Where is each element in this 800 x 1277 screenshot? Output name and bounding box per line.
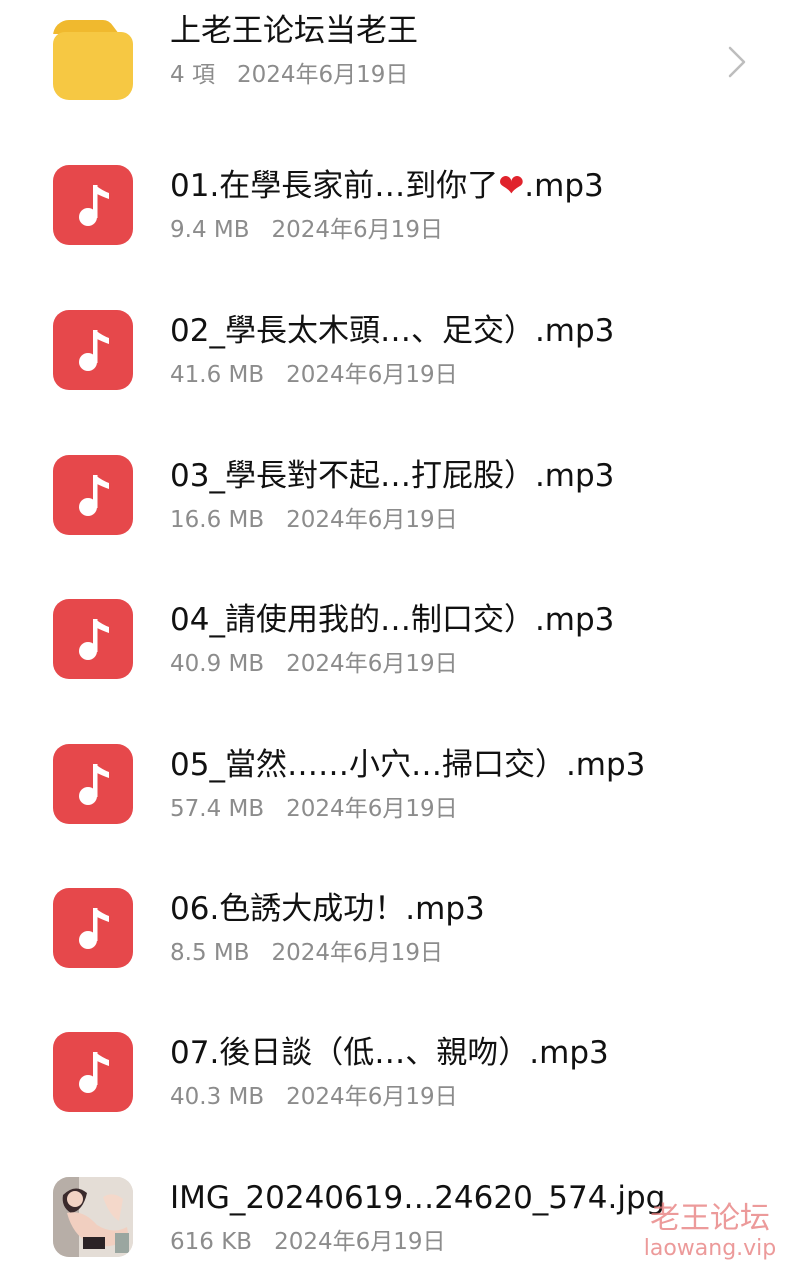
file-date: 2024年6月19日 [271,940,443,966]
heart-icon: ❤ [498,168,525,204]
file-date: 2024年6月19日 [286,651,458,677]
file-row[interactable]: 07.後日談（低…、親吻）.mp3 40.3 MB 2024年6月19日 [0,1022,800,1122]
file-date: 2024年6月19日 [286,507,458,533]
file-meta: 16.6 MB 2024年6月19日 [170,505,458,535]
file-meta: 40.3 MB 2024年6月19日 [170,1082,458,1112]
file-date: 2024年6月19日 [271,217,443,243]
file-meta: 41.6 MB 2024年6月19日 [170,360,458,390]
file-row[interactable]: 03_學長對不起…打屁股）.mp3 16.6 MB 2024年6月19日 [0,445,800,545]
file-extension: .mp3 [524,168,604,204]
file-name: 02_學長太木頭…、足交）.mp3 [170,313,615,349]
file-row[interactable]: 06.色誘大成功！.mp3 8.5 MB 2024年6月19日 [0,878,800,978]
folder-meta: 4 項 2024年6月19日 [170,60,408,90]
file-size: 40.3 MB [170,1084,265,1110]
folder-name: 上老王论坛当老王 [170,13,418,49]
file-meta: 8.5 MB 2024年6月19日 [170,938,443,968]
file-date: 2024年6月19日 [274,1229,446,1255]
music-note-icon [53,744,133,824]
file-name: 03_學長對不起…打屁股）.mp3 [170,458,615,494]
file-name: 04_請使用我的…制口交）.mp3 [170,602,615,638]
music-note-icon [53,888,133,968]
music-note-icon [53,455,133,535]
file-row[interactable]: 01.在學長家前…到你了❤.mp3 9.4 MB 2024年6月19日 [0,155,800,255]
watermark-en: laowang.vip [643,1236,777,1261]
file-name: 07.後日談（低…、親吻）.mp3 [170,1035,609,1071]
file-size: 40.9 MB [170,651,265,677]
file-name: 05_當然……小穴…掃口交）.mp3 [170,747,646,783]
file-size: 41.6 MB [170,362,265,388]
music-note-icon [53,599,133,679]
folder-row[interactable]: 上老王论坛当老王 4 項 2024年6月19日 [0,0,800,100]
file-meta: 40.9 MB 2024年6月19日 [170,649,458,679]
file-date: 2024年6月19日 [286,1084,458,1110]
file-name: IMG_20240619…24620_574.jpg [170,1180,666,1216]
file-row[interactable]: 04_請使用我的…制口交）.mp3 40.9 MB 2024年6月19日 [0,589,800,689]
file-date: 2024年6月19日 [286,796,458,822]
file-date: 2024年6月19日 [286,362,458,388]
file-meta: 57.4 MB 2024年6月19日 [170,794,458,824]
file-meta: 616 KB 2024年6月19日 [170,1227,446,1257]
file-size: 9.4 MB [170,217,250,243]
file-name: 06.色誘大成功！.mp3 [170,891,485,927]
file-row[interactable]: 05_當然……小穴…掃口交）.mp3 57.4 MB 2024年6月19日 [0,734,800,834]
music-note-icon [53,310,133,390]
file-size: 16.6 MB [170,507,265,533]
file-size: 616 KB [170,1229,253,1255]
folder-icon [53,20,133,100]
file-name: 01.在學長家前…到你了❤.mp3 [170,166,604,206]
folder-item-count: 4 項 [170,62,215,88]
file-row[interactable]: 02_學長太木頭…、足交）.mp3 41.6 MB 2024年6月19日 [0,300,800,400]
file-name-text: 01.在學長家前…到你了 [170,168,499,204]
folder-date: 2024年6月19日 [236,62,409,88]
file-size: 8.5 MB [170,940,250,966]
chevron-right-icon[interactable] [724,42,748,86]
file-meta: 9.4 MB 2024年6月19日 [170,215,443,245]
image-thumbnail-icon [53,1177,133,1257]
music-note-icon [53,165,133,245]
watermark: 老王论坛 laowang.vip [640,1202,780,1262]
music-note-icon [53,1032,133,1112]
file-size: 57.4 MB [170,796,265,822]
watermark-cn: 老王论坛 [650,1201,770,1236]
